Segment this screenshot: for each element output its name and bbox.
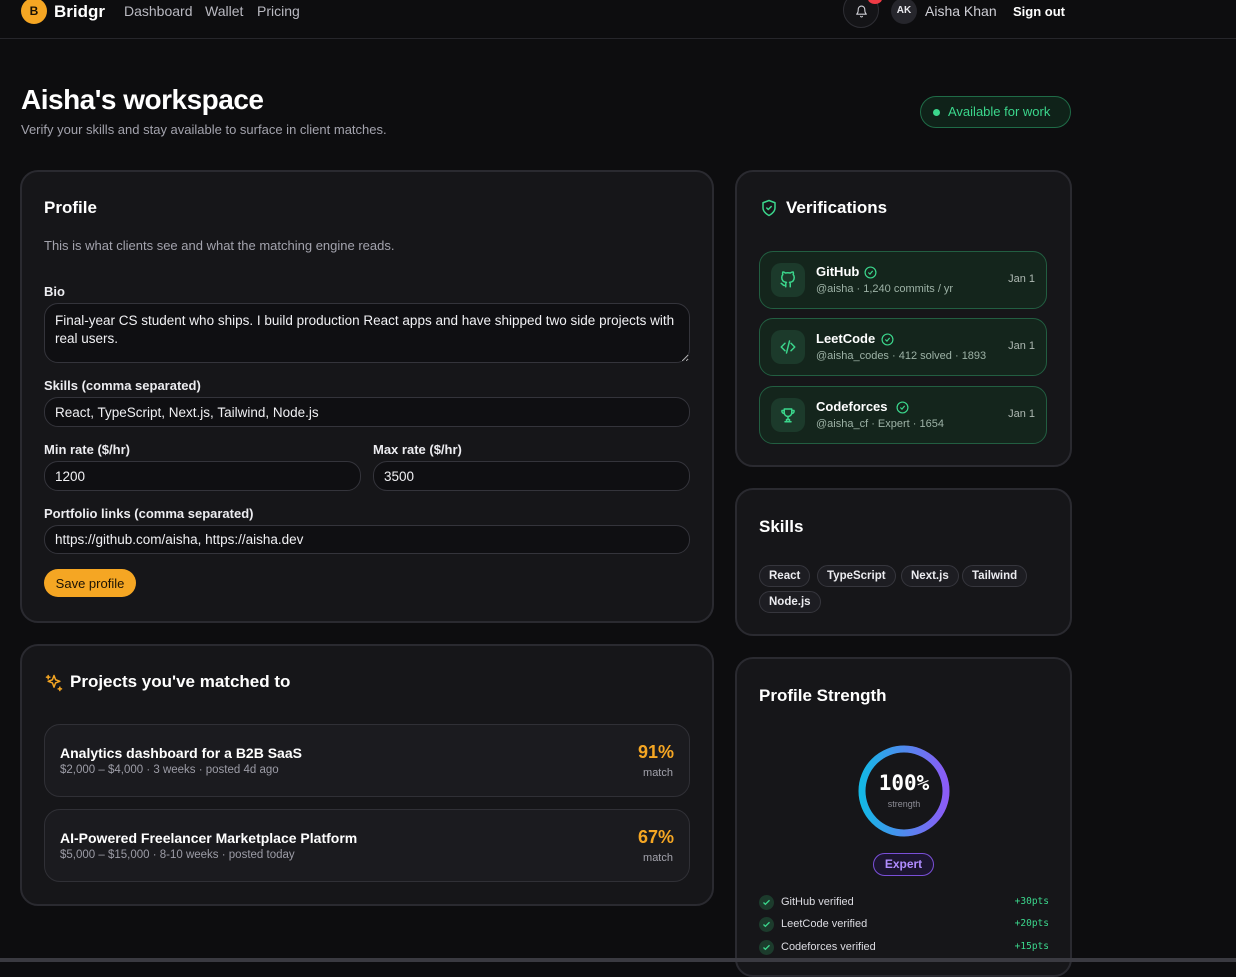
criteria-label: GitHub verified <box>781 896 854 908</box>
min-rate-label: Min rate ($/hr) <box>44 442 130 457</box>
notifications-button[interactable] <box>843 0 879 28</box>
match-percent: 67% <box>637 827 674 847</box>
check-icon <box>759 917 774 932</box>
project-title: Analytics dashboard for a B2B SaaS <box>60 745 302 761</box>
skill-chip: Next.js <box>901 565 959 587</box>
project-meta: $5,000 – $15,000 · 8-10 weeks · posted t… <box>60 849 295 861</box>
strength-title: Profile Strength <box>759 686 887 705</box>
verification-meta: @aisha · 1,240 commits / yr <box>816 283 954 295</box>
user-name: Aisha Khan <box>925 3 997 19</box>
criteria-points: +30pts <box>1014 896 1049 907</box>
strength-value: 100% <box>878 771 930 795</box>
page-subtitle: Verify your skills and stay available to… <box>21 122 387 137</box>
skills-title: Skills <box>759 517 804 536</box>
github-icon <box>771 263 805 297</box>
shield-check-icon <box>762 199 776 217</box>
strength-card: Profile Strength 100% strength Expert Gi… <box>735 657 1072 977</box>
criteria-points: +15pts <box>1014 941 1049 952</box>
max-rate-input[interactable] <box>373 461 690 491</box>
max-rate-label: Max rate ($/hr) <box>373 442 462 457</box>
verification-date: Jan 1 <box>1008 408 1035 420</box>
status-dot-icon <box>933 109 940 116</box>
bio-field[interactable]: Final-year CS student who ships. I build… <box>44 303 690 363</box>
code-icon <box>771 330 805 364</box>
check-circle-icon <box>864 266 877 279</box>
skills-card: Skills React TypeScript Next.js Tailwind… <box>735 488 1072 636</box>
match-label: match <box>643 852 673 864</box>
nav-link-pricing[interactable]: Pricing <box>257 3 300 19</box>
verification-meta: @aisha_cf · Expert · 1654 <box>816 418 944 430</box>
min-rate-input[interactable] <box>44 461 361 491</box>
verification-name: GitHub <box>816 264 860 279</box>
skill-chip: Node.js <box>759 591 821 613</box>
verifications-title: Verifications <box>786 198 888 217</box>
project-row[interactable]: Analytics dashboard for a B2B SaaS $2,00… <box>44 724 690 797</box>
criteria-label: Codeforces verified <box>781 941 876 953</box>
verification-item-codeforces[interactable]: Codeforces @aisha_cf · Expert · 1654 Jan… <box>759 386 1047 444</box>
verification-date: Jan 1 <box>1008 340 1035 352</box>
level-badge: Expert <box>873 853 934 876</box>
page-title: Aisha's workspace <box>21 84 264 115</box>
verification-item-github[interactable]: GitHub @aisha · 1,240 commits / yr Jan 1 <box>759 251 1047 309</box>
nav-link-dashboard[interactable]: Dashboard <box>124 3 193 19</box>
verification-date: Jan 1 <box>1008 273 1035 285</box>
match-percent: 91% <box>637 742 674 762</box>
match-label: match <box>643 767 673 779</box>
check-circle-icon <box>896 401 909 414</box>
bell-icon <box>856 5 867 18</box>
portfolio-input[interactable] <box>44 525 690 554</box>
profile-card: Profile This is what clients see and wha… <box>20 170 714 623</box>
verifications-card: Verifications GitHub @aisha · 1,240 comm… <box>735 170 1072 467</box>
availability-label: Available for work <box>948 104 1051 119</box>
logo-icon[interactable]: B <box>21 0 47 24</box>
criteria-points: +20pts <box>1014 918 1049 929</box>
trophy-icon <box>771 398 805 432</box>
project-meta: $2,000 – $4,000 · 3 weeks · posted 4d ag… <box>60 764 279 776</box>
profile-title: Profile <box>44 198 97 217</box>
project-title: AI-Powered Freelancer Marketplace Platfo… <box>60 830 358 846</box>
verification-name: Codeforces <box>816 399 888 414</box>
skills-label: Skills (comma separated) <box>44 378 201 393</box>
sign-out-button[interactable]: Sign out <box>1013 4 1065 19</box>
verification-name: LeetCode <box>816 331 876 346</box>
criteria-row: LeetCode verified +20pts <box>759 916 1049 934</box>
nav-link-wallet[interactable]: Wallet <box>205 3 243 19</box>
sparkles-icon <box>45 674 63 692</box>
save-profile-button[interactable]: Save profile <box>44 569 136 597</box>
projects-card: Projects you've matched to Analytics das… <box>20 644 714 906</box>
verification-meta: @aisha_codes · 412 solved · 1893 <box>816 350 987 362</box>
skill-chip: TypeScript <box>817 565 896 587</box>
projects-title: Projects you've matched to <box>70 672 291 691</box>
profile-description: This is what clients see and what the ma… <box>44 238 395 253</box>
brand-name[interactable]: Bridgr <box>54 2 105 22</box>
verification-item-leetcode[interactable]: LeetCode @aisha_codes · 412 solved · 189… <box>759 318 1047 376</box>
check-circle-icon <box>881 333 894 346</box>
check-icon <box>759 940 774 955</box>
check-icon <box>759 895 774 910</box>
bio-label: Bio <box>44 284 65 299</box>
criteria-row: Codeforces verified +15pts <box>759 939 1049 957</box>
skill-chip: Tailwind <box>962 565 1028 587</box>
skills-input[interactable] <box>44 397 690 427</box>
skill-chip: React <box>759 565 811 587</box>
project-row[interactable]: AI-Powered Freelancer Marketplace Platfo… <box>44 809 690 882</box>
top-nav: B Bridgr Dashboard Wallet Pricing AK Ais… <box>0 0 1236 39</box>
criteria-label: LeetCode verified <box>781 918 868 930</box>
avatar[interactable]: AK <box>891 0 917 24</box>
window-bottom-edge <box>0 958 1236 962</box>
strength-caption: strength <box>887 799 921 809</box>
availability-toggle[interactable]: Available for work <box>920 96 1071 128</box>
portfolio-label: Portfolio links (comma separated) <box>44 506 254 521</box>
criteria-row: GitHub verified +30pts <box>759 894 1049 912</box>
